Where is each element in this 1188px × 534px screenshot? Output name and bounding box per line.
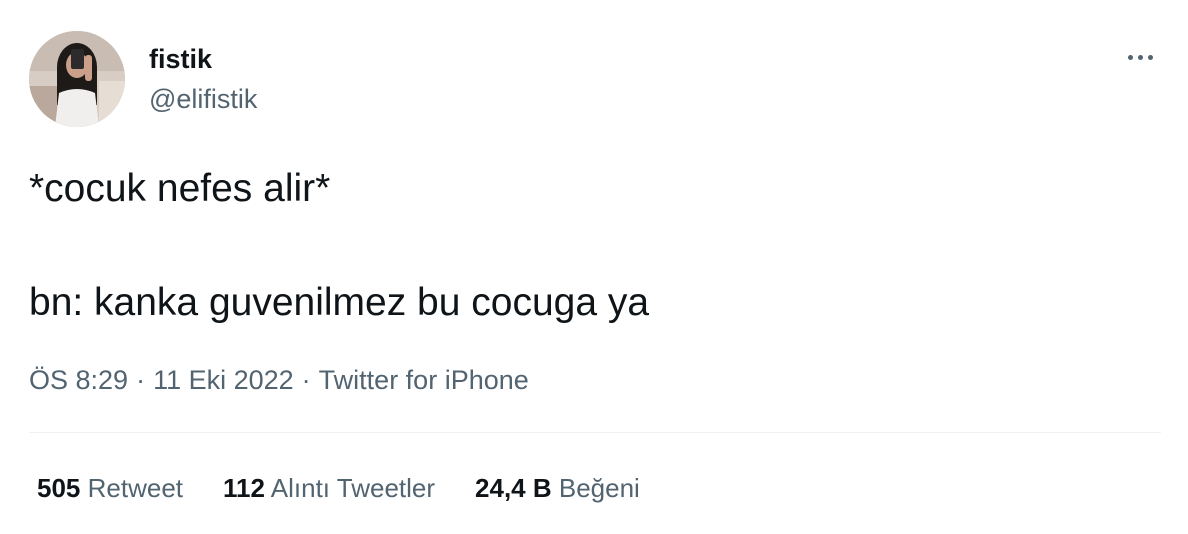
likes-label: Beğeni xyxy=(558,473,640,503)
retweets-count: 505 xyxy=(37,473,81,503)
more-horizontal-icon xyxy=(1125,54,1155,60)
tweet-card: fistik @elifistik *cocuk nefes alir* bn:… xyxy=(0,0,1188,534)
tweet-time[interactable]: ÖS 8:29 xyxy=(29,365,128,395)
tweet-source[interactable]: Twitter for iPhone xyxy=(319,365,529,395)
retweets-label: Retweet xyxy=(87,473,184,503)
divider xyxy=(29,432,1161,433)
avatar[interactable] xyxy=(29,31,125,127)
tweet-text-line-1: *cocuk nefes alir* xyxy=(29,167,331,210)
quote-tweets-count: 112 xyxy=(223,473,265,503)
tweet-text-line-2: bn: kanka guvenilmez bu cocuga ya xyxy=(29,281,650,324)
tweet-meta: ÖS 8:29 · 11 Eki 2022 · Twitter for iPhone xyxy=(29,364,529,396)
tweet-date[interactable]: 11 Eki 2022 xyxy=(153,365,294,395)
retweets-stat[interactable]: 505 Retweet xyxy=(37,472,183,504)
quote-tweets-stat[interactable]: 112 Alıntı Tweetler xyxy=(223,472,435,504)
display-name[interactable]: fistik xyxy=(149,43,212,75)
meta-separator: · xyxy=(136,365,146,395)
handle[interactable]: @elifistik xyxy=(149,83,257,115)
tweet-stats: 505 Retweet 112 Alıntı Tweetler 24,4 B B… xyxy=(37,472,680,504)
avatar-image xyxy=(29,31,125,127)
likes-count: 24,4 B xyxy=(475,473,552,503)
meta-separator: · xyxy=(301,365,311,395)
quote-tweets-label: Alıntı Tweetler xyxy=(270,473,436,503)
likes-stat[interactable]: 24,4 B Beğeni xyxy=(475,472,640,504)
more-options-button[interactable] xyxy=(1118,42,1162,72)
